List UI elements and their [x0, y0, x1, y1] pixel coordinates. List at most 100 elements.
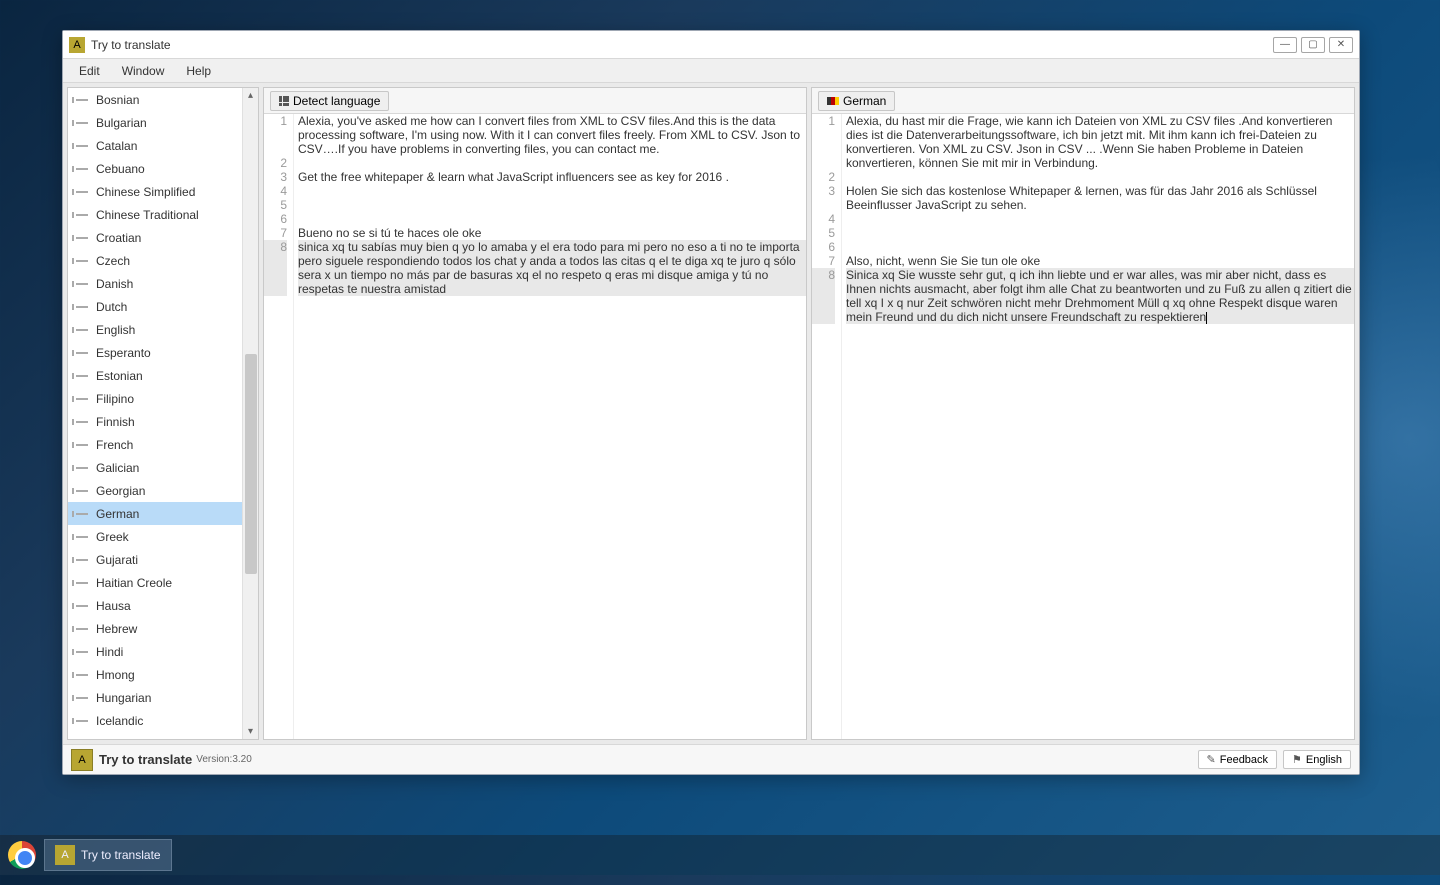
- code-line[interactable]: [298, 212, 806, 226]
- language-label: German: [96, 507, 139, 521]
- code-line[interactable]: [846, 240, 1354, 254]
- language-item-esperanto[interactable]: Esperanto: [68, 341, 258, 364]
- language-sidebar: BosnianBulgarianCatalan Cebuano Chinese Si…: [67, 87, 259, 740]
- language-item-estonian[interactable]: Estonian: [68, 364, 258, 387]
- language-item-german[interactable]: German: [68, 502, 258, 525]
- gutter-line: [812, 142, 835, 156]
- gutter-line: [264, 128, 287, 142]
- detect-language-tag[interactable]: Detect language: [270, 91, 389, 111]
- status-title: Try to translate: [99, 752, 192, 767]
- language-label: Hmong: [96, 668, 135, 682]
- maximize-button[interactable]: ▢: [1301, 37, 1325, 53]
- language-item-french[interactable]: French: [68, 433, 258, 456]
- pencil-icon: [1207, 753, 1216, 766]
- code-line[interactable]: Get the free whitepaper & learn what Jav…: [298, 170, 806, 184]
- language-item-hungarian[interactable]: Hungarian: [68, 686, 258, 709]
- gutter-line: 7: [812, 254, 835, 268]
- language-item-bulgarian[interactable]: Bulgarian: [68, 111, 258, 134]
- language-label: Czech: [96, 254, 130, 268]
- gutter-line: [264, 282, 287, 296]
- app-window: A Try to translate — ▢ ✕ Edit Window Hel…: [62, 30, 1360, 775]
- flag-icon: [1292, 753, 1302, 766]
- language-item-chinese-traditional[interactable]: Chinese Traditional: [68, 203, 258, 226]
- target-language-tag[interactable]: German: [818, 91, 895, 111]
- ui-language-button[interactable]: English: [1283, 750, 1351, 769]
- language-label: Danish: [96, 277, 133, 291]
- sidebar-scrollbar[interactable]: ▴ ▾: [242, 88, 258, 739]
- menu-help[interactable]: Help: [176, 62, 221, 80]
- source-editor[interactable]: 12345678 Alexia, you've asked me how can…: [264, 114, 806, 739]
- code-line[interactable]: sinica xq tu sabías muy bien q yo lo ama…: [298, 240, 806, 296]
- taskbar[interactable]: A Try to translate: [0, 835, 1440, 875]
- language-item-icelandic[interactable]: Icelandic: [68, 709, 258, 732]
- language-label: Haitian Creole: [96, 576, 172, 590]
- chrome-taskbar-icon[interactable]: [8, 841, 36, 869]
- taskbar-app-label: Try to translate: [81, 848, 161, 862]
- scroll-thumb[interactable]: [245, 354, 257, 574]
- titlebar[interactable]: A Try to translate — ▢ ✕: [63, 31, 1359, 59]
- menu-edit[interactable]: Edit: [69, 62, 110, 80]
- gutter-line: 6: [264, 212, 287, 226]
- language-item-dutch[interactable]: Dutch: [68, 295, 258, 318]
- language-item-hausa[interactable]: Hausa: [68, 594, 258, 617]
- drag-handle-icon: [76, 605, 88, 607]
- language-item-chinese-simplified[interactable]: Chinese Simplified: [68, 180, 258, 203]
- code-line[interactable]: Sinica xq Sie wusste sehr gut, q ich ihn…: [846, 268, 1354, 324]
- target-pane-header: German: [812, 88, 1354, 114]
- language-item-haitian-creole[interactable]: Haitian Creole: [68, 571, 258, 594]
- language-item-cebuano[interactable]: Cebuano: [68, 157, 258, 180]
- language-item-greek[interactable]: Greek: [68, 525, 258, 548]
- scroll-down-icon[interactable]: ▾: [248, 726, 253, 737]
- gutter-line: 2: [264, 156, 287, 170]
- close-button[interactable]: ✕: [1329, 37, 1353, 53]
- code-line[interactable]: Holen Sie sich das kostenlose Whitepaper…: [846, 184, 1354, 212]
- feedback-button[interactable]: Feedback: [1198, 750, 1278, 769]
- taskbar-app-item[interactable]: A Try to translate: [44, 839, 172, 871]
- minimize-button[interactable]: —: [1273, 37, 1297, 53]
- language-label: Cebuano: [96, 162, 145, 176]
- gutter-line: 1: [264, 114, 287, 128]
- language-item-gujarati[interactable]: Gujarati: [68, 548, 258, 571]
- language-item-bosnian[interactable]: Bosnian: [68, 88, 258, 111]
- source-pane: Detect language 12345678 Alexia, you've …: [263, 87, 807, 740]
- code-line[interactable]: [846, 212, 1354, 226]
- code-line[interactable]: Also, nicht, wenn Sie Sie tun ole oke: [846, 254, 1354, 268]
- code-line[interactable]: Bueno no se si tú te haces ole oke: [298, 226, 806, 240]
- code-line[interactable]: [846, 226, 1354, 240]
- language-item-hmong[interactable]: Hmong: [68, 663, 258, 686]
- language-label: Hindi: [96, 645, 123, 659]
- grid-icon: [279, 96, 289, 106]
- language-label: Estonian: [96, 369, 143, 383]
- code-line[interactable]: Alexia, you've asked me how can I conver…: [298, 114, 806, 156]
- code-line[interactable]: [846, 170, 1354, 184]
- code-line[interactable]: [298, 156, 806, 170]
- language-item-filipino[interactable]: Filipino: [68, 387, 258, 410]
- language-item-catalan[interactable]: Catalan: [68, 134, 258, 157]
- code-line[interactable]: [298, 184, 806, 198]
- ui-language-label: English: [1306, 754, 1342, 766]
- language-label: French: [96, 438, 133, 452]
- language-item-danish[interactable]: Danish: [68, 272, 258, 295]
- language-item-czech[interactable]: Czech: [68, 249, 258, 272]
- target-language-label: German: [843, 94, 886, 108]
- language-item-hindi[interactable]: Hindi: [68, 640, 258, 663]
- language-item-croatian[interactable]: Croatian: [68, 226, 258, 249]
- content-area: BosnianBulgarianCatalan Cebuano Chinese Si…: [63, 83, 1359, 744]
- drag-handle-icon: [76, 214, 88, 216]
- drag-handle-icon: [76, 283, 88, 285]
- code-line[interactable]: Alexia, du hast mir die Frage, wie kann …: [846, 114, 1354, 170]
- scroll-up-icon[interactable]: ▴: [248, 90, 253, 101]
- menu-window[interactable]: Window: [112, 62, 175, 80]
- gutter-line: [264, 268, 287, 282]
- gutter-line: 8: [264, 240, 287, 254]
- language-item-finnish[interactable]: Finnish: [68, 410, 258, 433]
- language-item-hebrew[interactable]: Hebrew: [68, 617, 258, 640]
- gutter-line: [812, 128, 835, 142]
- gutter-line: [812, 310, 835, 324]
- language-label: Gujarati: [96, 553, 138, 567]
- language-item-galician[interactable]: Galician: [68, 456, 258, 479]
- language-item-georgian[interactable]: Georgian: [68, 479, 258, 502]
- code-line[interactable]: [298, 198, 806, 212]
- language-item-english[interactable]: English: [68, 318, 258, 341]
- target-editor[interactable]: 12345678 Alexia, du hast mir die Frage, …: [812, 114, 1354, 739]
